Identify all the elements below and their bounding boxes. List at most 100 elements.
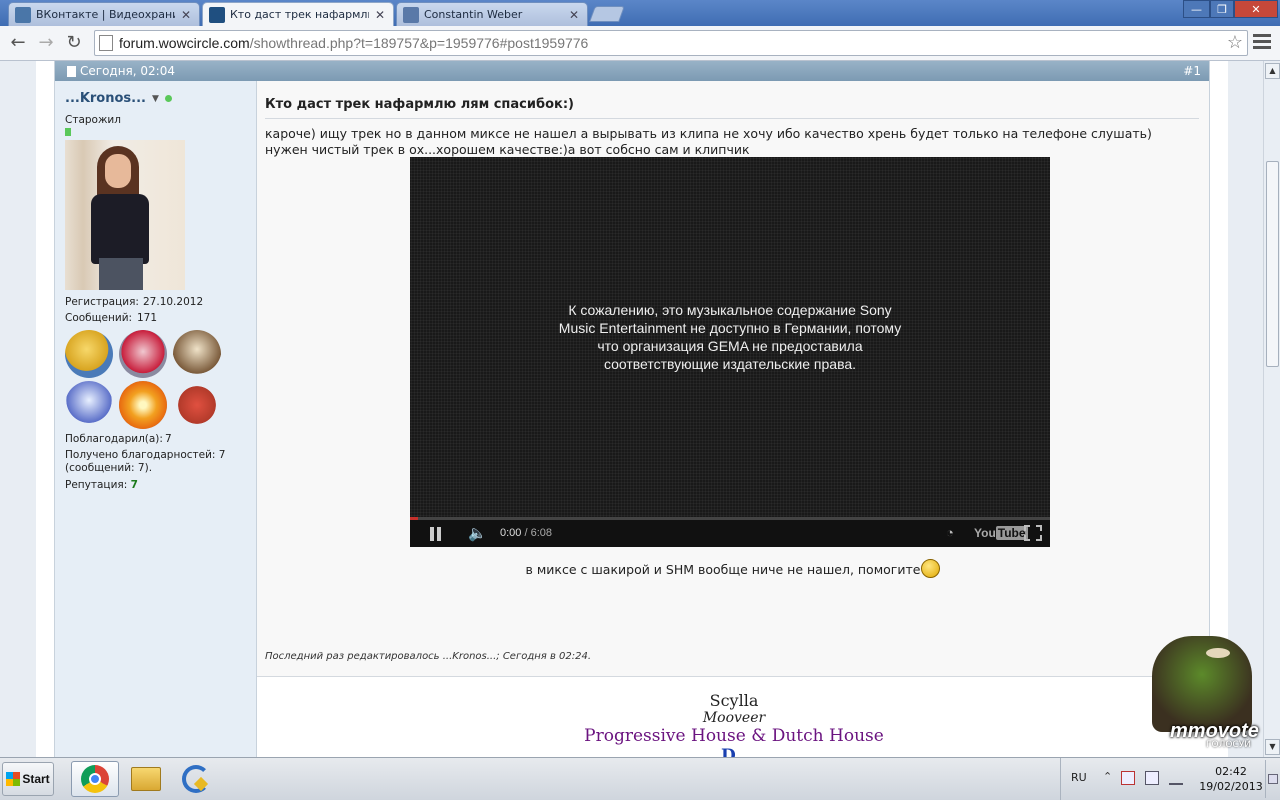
volume-icon[interactable]: 🔈: [468, 524, 487, 542]
back-button[interactable]: ←: [6, 31, 30, 55]
show-desktop-button[interactable]: [1265, 760, 1279, 798]
signature-line: D..: [721, 746, 747, 757]
watch-later-icon[interactable]: ◔: [946, 525, 954, 540]
post-number-link[interactable]: #1: [1183, 64, 1201, 78]
stat-value: 171: [137, 312, 158, 324]
desktop-icon: [1267, 774, 1278, 784]
forum-page: Сегодня, 02:04 #1 ...Kronos... ▼ Старожи…: [36, 61, 1228, 757]
vertical-scrollbar[interactable]: ▲ ▼: [1263, 61, 1280, 757]
globe-star-award-icon[interactable]: [65, 330, 113, 378]
tab-vkontakte[interactable]: ВКонтакте | Видеохранили ✕: [8, 2, 200, 26]
action-center-icon[interactable]: [1121, 771, 1135, 785]
browser-toolbar: ← → ↻ forum.wowcircle.com/showthread.php…: [0, 26, 1280, 61]
tab-youtube-constantin-weber[interactable]: Constantin Weber ✕: [396, 2, 588, 26]
close-window-button[interactable]: ✕: [1234, 0, 1278, 18]
edited-note: Последний раз редактировалось ...Kronos.…: [265, 651, 592, 662]
sun-award-icon[interactable]: [119, 381, 167, 429]
username-text[interactable]: ...Kronos...: [65, 91, 146, 106]
youtube-logo[interactable]: You Tube: [974, 526, 1028, 540]
after-text: в миксе с шакирой и SHM вообще ниче не н…: [525, 562, 921, 577]
video-favicon-icon: [403, 6, 419, 23]
minimize-button[interactable]: —: [1183, 0, 1210, 18]
taskbar-chrome[interactable]: [71, 761, 119, 797]
youtube-logo-tube: Tube: [995, 526, 1028, 540]
taskbar-app[interactable]: [172, 761, 220, 797]
smiley-icon: [921, 559, 941, 578]
url-path: /showthread.php?t=189757&p=1959776#post1…: [249, 35, 589, 51]
browser-menu-icon[interactable]: [1253, 34, 1271, 52]
time-total: 6:08: [530, 527, 553, 539]
orc-tusk: [1206, 648, 1230, 658]
user-info-panel: ...Kronos... ▼ Старожил Регистрация: 27.…: [55, 81, 257, 757]
clock-time[interactable]: 02:42: [1201, 765, 1261, 778]
tab-close-icon[interactable]: ✕: [567, 8, 581, 22]
tab-title: Кто даст трек нафармлю л: [230, 8, 369, 21]
message-line: Music Entertainment не доступно в Герман…: [558, 320, 902, 336]
new-tab-button[interactable]: [589, 6, 625, 22]
skull-book-award-icon[interactable]: [173, 330, 221, 378]
scroll-down-icon[interactable]: ▼: [1265, 739, 1280, 755]
youtube-video-player[interactable]: К сожалению, это музыкальное содержание …: [410, 157, 1050, 547]
network-icon[interactable]: [1169, 771, 1183, 785]
video-blocked-message: К сожалению, это музыкальное содержание …: [530, 301, 930, 373]
scrollbar-thumb[interactable]: [1266, 161, 1279, 367]
start-button[interactable]: Start: [2, 762, 54, 796]
address-bar[interactable]: forum.wowcircle.com/showthread.php?t=189…: [94, 30, 1248, 56]
tab-forum-thread[interactable]: Кто даст трек нафармлю л ✕: [202, 2, 394, 26]
taskbar-explorer[interactable]: [122, 761, 170, 797]
stat-received-thanks: Получено благодарностей: 7 (сообщений: 7…: [65, 449, 246, 475]
power-icon[interactable]: [1145, 771, 1159, 785]
avatar-body: [91, 194, 149, 264]
vk-favicon-icon: [15, 6, 31, 23]
stat-registration: Регистрация: 27.10.2012: [65, 296, 246, 308]
crown-award-icon[interactable]: [119, 330, 167, 378]
tab-close-icon[interactable]: ✕: [373, 8, 387, 22]
bookmark-star-icon[interactable]: ☆: [1227, 32, 1243, 53]
page-icon: [99, 35, 113, 51]
windows-taskbar: Start RU ⌃ 02:42 19/02/2013: [0, 757, 1280, 800]
stat-thanked: Поблагодарил(а): 7: [65, 433, 246, 445]
orc-image: [1152, 636, 1252, 732]
signature-line: Scylla: [709, 691, 759, 710]
mmovote-subtitle: ГОЛОСУЙ: [1206, 740, 1251, 750]
banner-award-icon[interactable]: [173, 381, 221, 429]
forum-favicon-icon: [209, 6, 225, 23]
windows-flag-icon: [6, 772, 21, 786]
stat-reputation: Репутация: 7: [65, 479, 246, 491]
received-line: (сообщений: 7).: [65, 462, 153, 474]
show-hidden-icons-icon[interactable]: ⌃: [1103, 770, 1112, 783]
post-icon: [67, 65, 76, 77]
post-content: Кто даст трек нафармлю лям спасибок:) ка…: [257, 81, 1211, 757]
awards-grid: [65, 330, 246, 429]
forum-post: Сегодня, 02:04 #1 ...Kronos... ▼ Старожи…: [54, 61, 1211, 757]
fullscreen-icon[interactable]: [1024, 525, 1042, 541]
user-rank: Старожил: [65, 114, 121, 126]
post-body-line: нужен чистый трек в ох...хорошем качеств…: [265, 142, 750, 157]
user-menu-arrow-icon[interactable]: ▼: [152, 94, 159, 104]
video-time: 0:00 / 6:08: [500, 527, 552, 539]
reload-button[interactable]: ↻: [62, 31, 86, 55]
youtube-logo-you: You: [974, 526, 996, 540]
received-line: Получено благодарностей: 7: [65, 449, 226, 461]
folder-icon: [131, 767, 161, 791]
tab-close-icon[interactable]: ✕: [179, 8, 193, 22]
username[interactable]: ...Kronos... ▼: [65, 91, 246, 106]
avatar-face: [105, 154, 131, 188]
scroll-up-icon[interactable]: ▲: [1265, 63, 1280, 79]
mmovote-widget[interactable]: mmovote ГОЛОСУЙ: [1122, 636, 1260, 756]
online-status-icon: [164, 95, 172, 102]
post-header: Сегодня, 02:04 #1: [55, 61, 1209, 81]
wizard-award-icon[interactable]: [65, 381, 113, 429]
maximize-button[interactable]: ❐: [1210, 0, 1234, 18]
clock-date[interactable]: 19/02/2013: [1197, 780, 1265, 793]
stat-label: Сообщений:: [65, 312, 133, 324]
system-tray: RU ⌃ 02:42 19/02/2013: [1060, 758, 1280, 800]
time-separator: /: [521, 527, 531, 539]
signature: Scylla Mooveer Progressive House & Dutch…: [257, 676, 1211, 757]
tab-title: ВКонтакте | Видеохранили: [36, 8, 175, 21]
pause-icon[interactable]: [430, 527, 444, 541]
language-indicator[interactable]: RU: [1071, 771, 1087, 784]
forward-button[interactable]: →: [34, 31, 58, 55]
user-avatar[interactable]: [65, 140, 185, 290]
tab-strip: ВКонтакте | Видеохранили ✕ Кто даст трек…: [0, 0, 1280, 26]
